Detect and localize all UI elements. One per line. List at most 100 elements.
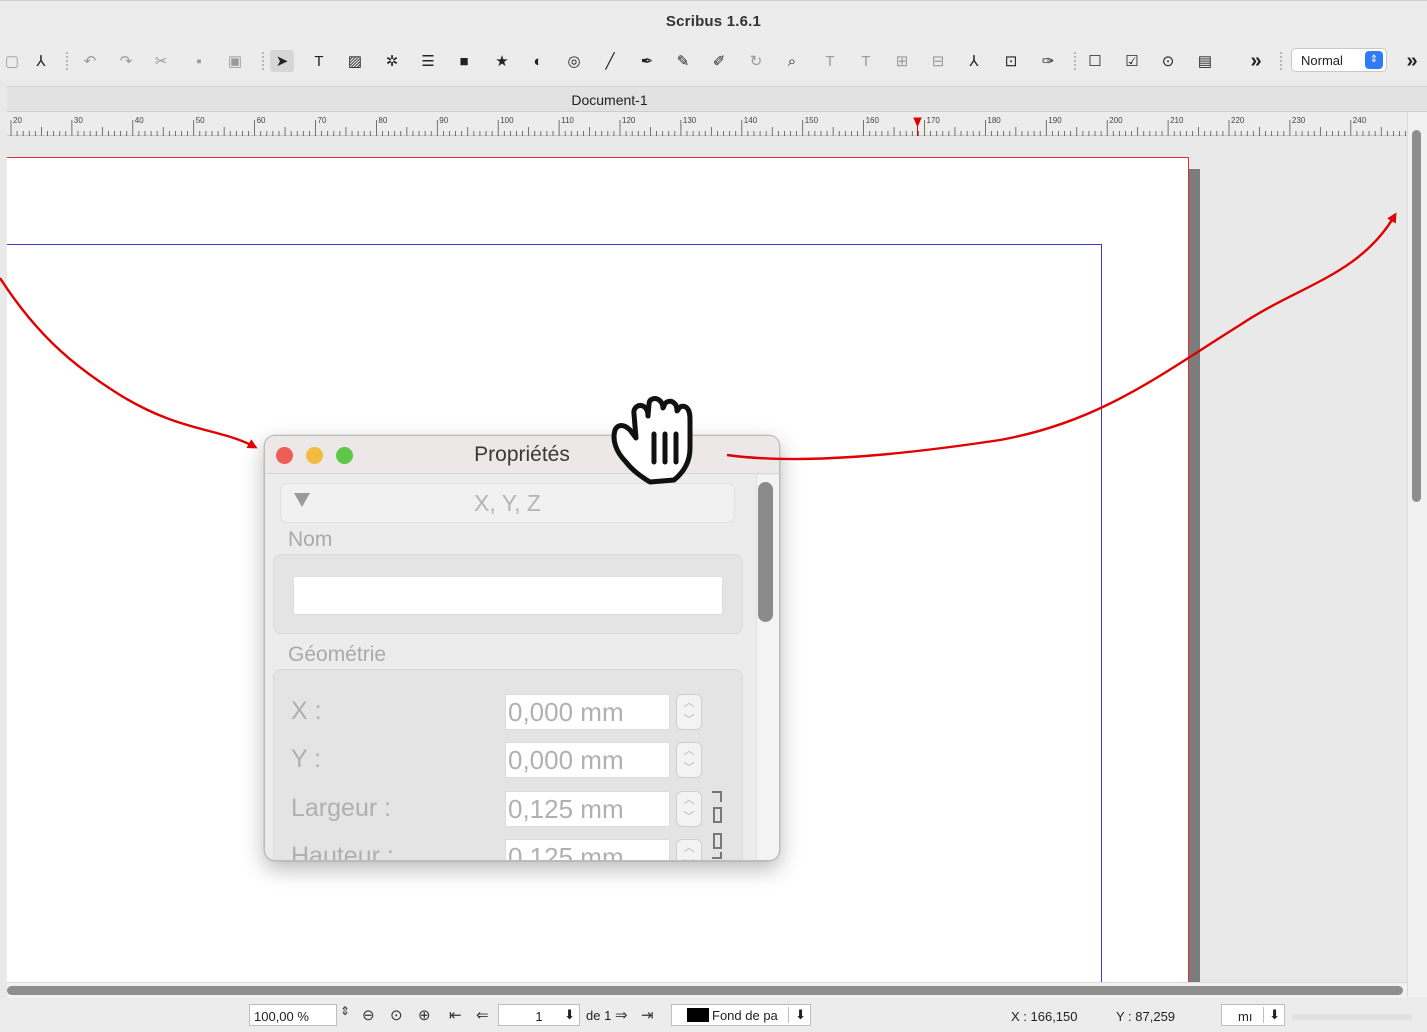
measure-icon[interactable]: ⅄ bbox=[962, 50, 986, 72]
unit-select[interactable]: mı ⬇ bbox=[1221, 1004, 1285, 1026]
eyedropper-icon[interactable]: ✑ bbox=[1036, 50, 1060, 72]
unlink-frames-icon[interactable]: ⊟ bbox=[926, 50, 950, 72]
copy-properties-icon[interactable]: ⊡ bbox=[999, 50, 1023, 72]
palette-scrollbar[interactable] bbox=[756, 475, 779, 860]
document-tab-label: Document-1 bbox=[571, 92, 648, 108]
mode-select[interactable]: Normal ⇕ bbox=[1291, 48, 1387, 72]
calligraphic-icon[interactable]: ✐ bbox=[707, 50, 731, 72]
palette-title-bar[interactable]: Propriétés bbox=[265, 436, 779, 474]
zoom-in-icon[interactable]: ⊕ bbox=[418, 1006, 431, 1024]
y-label: Y : bbox=[291, 745, 322, 773]
stepper-down-icon[interactable]: ﹀ bbox=[677, 760, 701, 777]
height-label: Hauteur : bbox=[291, 842, 394, 861]
page-number-input[interactable]: 1 ⬇ bbox=[498, 1004, 580, 1026]
shape-icon[interactable]: ■ bbox=[452, 50, 476, 72]
vertical-scrollbar-thumb[interactable] bbox=[1412, 130, 1421, 502]
stepper-up-icon[interactable]: ︿ bbox=[677, 840, 701, 857]
image-frame-icon[interactable]: ▨ bbox=[343, 50, 367, 72]
toolbar-overflow-icon[interactable]: » bbox=[1244, 50, 1268, 72]
next-page-icon[interactable]: ⇒ bbox=[615, 1006, 628, 1024]
toolbar-separator bbox=[66, 52, 68, 70]
stepper-up-icon[interactable]: ︿ bbox=[677, 743, 701, 760]
height-field[interactable]: 0,125 mm bbox=[505, 839, 670, 860]
ruler-label: 80 bbox=[378, 116, 387, 125]
geometry-group-label: Géométrie bbox=[288, 643, 387, 666]
pdf-list-icon[interactable]: ▤ bbox=[1193, 50, 1217, 72]
properties-palette[interactable]: Propriétés X, Y, Z Nom Géométrie X : 0,0… bbox=[264, 435, 780, 861]
zoom-input[interactable]: 100,00 % bbox=[249, 1004, 337, 1026]
zoom-out-icon[interactable]: ⊖ bbox=[362, 1006, 375, 1024]
zoom-icon[interactable]: ⌕ bbox=[780, 50, 804, 72]
copy-icon[interactable]: ▪ bbox=[187, 50, 211, 72]
width-field[interactable]: 0,125 mm bbox=[505, 791, 670, 827]
y-field[interactable]: 0,000 mm bbox=[505, 742, 670, 778]
horizontal-scrollbar[interactable] bbox=[7, 982, 1407, 998]
x-label: X : bbox=[291, 697, 322, 725]
collapse-triangle-icon bbox=[294, 493, 310, 507]
freehand-icon[interactable]: ✎ bbox=[671, 50, 695, 72]
first-page-icon[interactable]: ⇤ bbox=[449, 1006, 462, 1024]
last-page-icon[interactable]: ⇥ bbox=[641, 1006, 654, 1024]
layer-select-value: Fond de pa bbox=[712, 1008, 778, 1023]
spiral-icon[interactable]: ◎ bbox=[562, 50, 586, 72]
xyz-section-header[interactable]: X, Y, Z bbox=[280, 483, 735, 523]
bezier-icon[interactable]: ✒ bbox=[635, 50, 659, 72]
width-stepper[interactable]: ︿ ﹀ bbox=[676, 791, 702, 827]
redo-icon[interactable]: ↷ bbox=[114, 50, 138, 72]
previous-page-icon[interactable]: ⇐ bbox=[476, 1006, 489, 1024]
unit-dropdown-icon[interactable]: ⬇ bbox=[1263, 1007, 1280, 1023]
nom-group bbox=[273, 554, 743, 634]
main-toolbar: ▢ ⅄ ↶ ↷ ✂ ▪ ▣ ➤ T ▨ ✲ ☰ ■ ★ ◐ ◎ ╱ ✒ ✎ ✐ ↻ ⌕ T T ⊞ ⊟ ⅄ ⊡ ✑ ☐ ☑ ⊙ ▤»» bbox=[0, 42, 1427, 80]
arc-icon[interactable]: ◐ bbox=[526, 50, 550, 72]
height-stepper[interactable]: ︿﹀ bbox=[676, 839, 702, 860]
y-stepper[interactable]: ︿ ﹀ bbox=[676, 742, 702, 778]
toolbar-overflow-icon-2[interactable]: » bbox=[1400, 50, 1424, 72]
stepper-up-icon[interactable]: ︿ bbox=[677, 792, 701, 809]
pdf-checkbox-icon[interactable]: ☑ bbox=[1120, 50, 1144, 72]
edit-text-icon[interactable]: T bbox=[818, 50, 842, 72]
paste-icon[interactable]: ▣ bbox=[223, 50, 247, 72]
select-icon[interactable]: ➤ bbox=[270, 50, 294, 72]
horizontal-scrollbar-thumb[interactable] bbox=[7, 986, 1403, 995]
palette-title: Propriétés bbox=[474, 443, 570, 466]
ruler-label: 70 bbox=[318, 116, 327, 125]
horizontal-ruler[interactable]: 20 30 40 50 60 70 80 90 100 110 120 130 140 150 160 170… bbox=[7, 112, 1407, 136]
cursor-y: Y : 87,259 bbox=[1116, 1009, 1176, 1024]
cut-icon[interactable]: ✂ bbox=[149, 50, 173, 72]
palette-scrollbar-thumb[interactable] bbox=[758, 482, 773, 622]
page-dropdown-icon[interactable]: ⬇ bbox=[564, 1007, 575, 1023]
lock-ratio-chain-icon[interactable] bbox=[710, 790, 724, 860]
layer-dropdown-icon[interactable]: ⬇ bbox=[788, 1007, 806, 1023]
nom-input[interactable] bbox=[293, 576, 723, 615]
stepper-down-icon[interactable]: ﹀ bbox=[677, 712, 701, 729]
ruler-label: 200 bbox=[1109, 116, 1123, 125]
stepper-up-icon[interactable]: ︿ bbox=[677, 695, 701, 712]
layer-select[interactable]: Fond de pa ⬇ bbox=[671, 1004, 811, 1026]
stepper-down-icon[interactable]: ﹀ bbox=[677, 857, 701, 860]
x-stepper[interactable]: ︿ ﹀ bbox=[676, 694, 702, 730]
pdf-button-icon[interactable]: ☐ bbox=[1083, 50, 1107, 72]
link-frames-icon[interactable]: ⊞ bbox=[890, 50, 914, 72]
zoom-reset-icon[interactable]: ⊙ bbox=[390, 1006, 403, 1024]
document-icon[interactable]: ▢ bbox=[0, 50, 24, 72]
document-tab[interactable]: Document-1 bbox=[7, 86, 1427, 112]
unit-select-value: mı bbox=[1238, 1009, 1253, 1024]
polygon-icon[interactable]: ★ bbox=[490, 50, 514, 72]
ruler-label: 150 bbox=[805, 116, 819, 125]
rotate-icon[interactable]: ↻ bbox=[744, 50, 768, 72]
vertical-scrollbar[interactable] bbox=[1407, 112, 1427, 997]
zoom-stepper-icon[interactable]: ⇕ bbox=[340, 1004, 350, 1018]
layer-color-swatch bbox=[687, 1008, 709, 1022]
stepper-down-icon[interactable]: ﹀ bbox=[677, 809, 701, 826]
undo-icon[interactable]: ↶ bbox=[78, 50, 102, 72]
export-pdf-icon[interactable]: ⅄ bbox=[29, 50, 53, 72]
toolbar-separator bbox=[262, 52, 264, 70]
x-field[interactable]: 0,000 mm bbox=[505, 694, 670, 730]
line-icon[interactable]: ╱ bbox=[598, 50, 622, 72]
text-frame-icon[interactable]: T bbox=[307, 50, 331, 72]
table-icon[interactable]: ☰ bbox=[416, 50, 440, 72]
pdf-radio-icon[interactable]: ⊙ bbox=[1156, 50, 1180, 72]
story-editor-icon[interactable]: T bbox=[854, 50, 878, 72]
progress-bar bbox=[1292, 1014, 1412, 1020]
render-frame-icon[interactable]: ✲ bbox=[380, 50, 404, 72]
